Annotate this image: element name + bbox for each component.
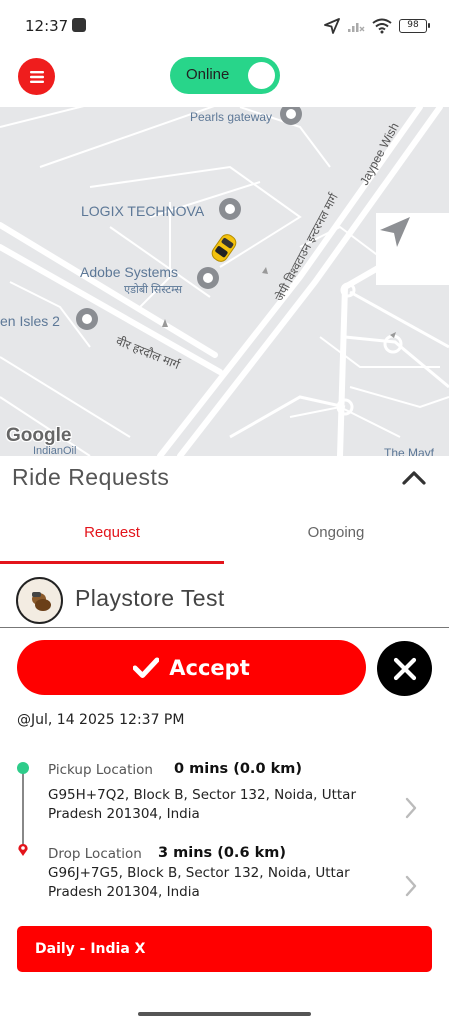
panel-title: Ride Requests [12,464,170,490]
checkmark-icon [133,657,160,678]
google-logo: Google [6,425,72,446]
menu-button[interactable] [18,58,55,95]
reject-button[interactable] [377,641,432,696]
toggle-knob [248,62,275,89]
accept-button[interactable]: Accept [17,640,366,695]
map-label: Adobe Systems [80,264,179,280]
chevron-right-icon[interactable] [404,796,418,820]
avatar[interactable] [16,577,63,624]
status-time: 12:37 [25,17,69,35]
drop-label: Drop Location [48,846,142,862]
status-icons: 98 [324,17,430,35]
taxi-car-icon [211,234,237,262]
app-notification-icon [72,18,86,32]
drop-eta: 3 mins (0.6 km) [158,845,286,861]
location-arrow-icon [324,18,340,34]
map-label: The Mayf [384,446,435,456]
pickup-label: Pickup Location [48,762,153,778]
drop-address: G96J+7G5, Block B, Sector 132, Noida, Ut… [48,865,350,900]
drop-pin-icon [18,843,28,856]
pickup-dot-icon [17,762,29,774]
chevron-up-icon[interactable] [400,468,428,488]
online-label: Online [186,66,230,83]
tab-request[interactable]: Request [0,500,224,564]
poi-marker-icon[interactable] [217,196,243,222]
close-icon [393,657,416,680]
online-toggle[interactable]: Online [170,57,280,94]
rider-avatar-icon [18,579,61,622]
poi-marker-icon[interactable] [74,306,100,332]
hamburger-icon [29,70,44,83]
wifi-icon [372,18,392,34]
map-label: en Isles 2 [0,313,60,329]
ride-type-badge: Daily - India X [17,926,432,972]
status-bar: 12:37 98 [0,0,449,52]
request-time: @Jul, 14 2025 12:37 PM [17,712,185,728]
pickup-eta: 0 mins (0.0 km) [174,761,302,777]
navigation-arrow-icon [380,217,410,247]
rider-row: Playstore Test [0,573,449,628]
rider-name: Playstore Test [75,585,225,611]
battery-icon: 98 [399,19,430,33]
signal-off-icon [348,23,365,32]
map-label: एडोबी सिस्टम्स [124,284,183,296]
home-indicator[interactable] [138,1012,311,1016]
pickup-address: G95H+7Q2, Block B, Sector 132, Noida, Ut… [48,787,357,822]
chevron-right-icon[interactable] [404,874,418,898]
poi-marker-icon[interactable] [278,107,304,127]
accept-label: Accept [169,655,250,680]
tab-active-indicator [0,561,224,564]
tab-ongoing[interactable]: Ongoing [224,500,448,564]
map-label: Pearls gateway [190,110,273,124]
route-line [22,770,24,848]
map-view[interactable]: Pearls gateway LOGIX TECHNOVA Adobe Syst… [0,107,449,456]
recenter-button[interactable] [376,213,449,285]
map-label: LOGIX TECHNOVA [81,203,205,219]
